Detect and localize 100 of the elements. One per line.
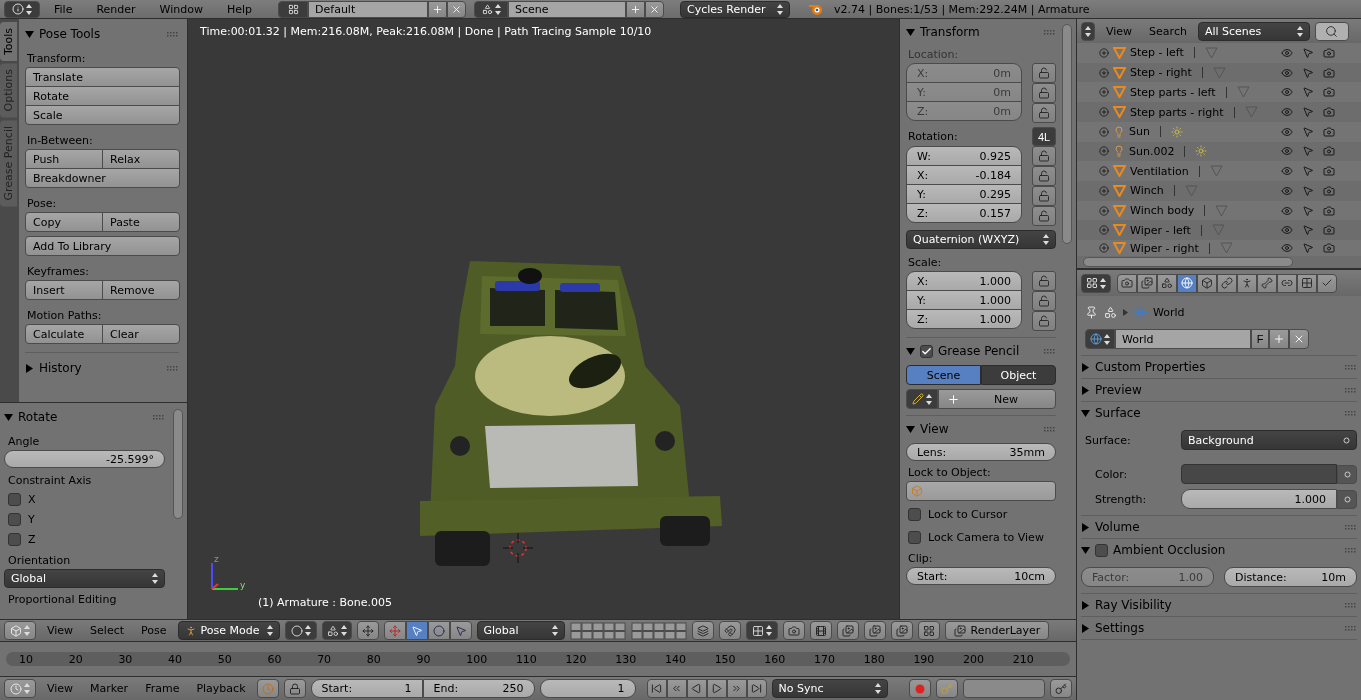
object-name[interactable]: Sun.002 (1129, 144, 1175, 158)
lock-toggle[interactable] (1032, 63, 1056, 83)
menu-item[interactable]: Pose (135, 624, 173, 638)
tool-button[interactable]: Copy (25, 212, 103, 232)
keying-set-field[interactable] (962, 679, 1045, 698)
object-name[interactable]: Winch body (1130, 204, 1195, 218)
panel-header[interactable]: Preview (1081, 379, 1357, 401)
number-field[interactable]: X: 1.000 (906, 271, 1022, 291)
current-frame-field[interactable]: 1 (539, 679, 636, 698)
clip-start-field[interactable]: Start: 10cm (906, 567, 1056, 585)
socket-button[interactable] (1337, 464, 1357, 484)
editor-type-button[interactable] (1081, 21, 1095, 41)
lock-toggle[interactable] (1032, 291, 1056, 311)
lens-field[interactable]: Lens: 35mm (906, 443, 1056, 461)
checkbox[interactable] (908, 507, 921, 521)
fake-user-button[interactable]: F (1251, 329, 1269, 349)
checkbox[interactable] (908, 530, 921, 544)
lock-toggle[interactable] (1032, 186, 1056, 206)
rotation-mode-dropdown[interactable]: Quaternion (WXYZ) (906, 230, 1056, 249)
copy-pose-button[interactable] (836, 621, 859, 641)
world-browse-button[interactable] (1085, 329, 1115, 349)
scrollbar[interactable] (1062, 24, 1072, 244)
object-name[interactable]: Step parts - left (1130, 85, 1216, 99)
panel-header[interactable]: Ambient Occlusion (1081, 539, 1357, 561)
tool-button[interactable]: Paste (102, 212, 180, 232)
tool-button[interactable]: Rotate (25, 86, 180, 106)
checkbox[interactable] (1095, 543, 1108, 557)
end-frame-field[interactable]: End: 250 (422, 679, 535, 698)
object-name[interactable]: Wiper - left (1130, 223, 1191, 237)
snap-element-dropdown[interactable] (745, 621, 778, 641)
render-animation-button[interactable] (809, 621, 832, 641)
properties-tab[interactable] (1117, 273, 1137, 293)
tool-button[interactable]: Translate (25, 67, 180, 87)
add-layout-button[interactable] (428, 0, 448, 18)
properties-tab[interactable] (1217, 273, 1237, 293)
world-name-field[interactable]: World (1115, 329, 1251, 349)
lock-toggle[interactable] (1032, 311, 1056, 331)
tool-button[interactable]: Scale (25, 105, 180, 125)
object-name[interactable]: Wiper - right (1130, 241, 1199, 255)
checkbox[interactable] (8, 532, 21, 546)
keying-set-button[interactable] (935, 679, 958, 698)
menu-item[interactable]: Frame (139, 682, 186, 695)
tool-button[interactable]: Add To Library (25, 236, 180, 256)
mode-dropdown[interactable]: Pose Mode (177, 621, 280, 641)
panel-header[interactable]: Rotate (4, 406, 165, 428)
properties-tab[interactable] (1257, 273, 1277, 293)
lock-layers-toggle[interactable] (691, 621, 714, 641)
menu-item[interactable]: Window (149, 2, 213, 16)
playback-button[interactable] (646, 679, 667, 698)
editor-type-button[interactable] (4, 679, 36, 698)
add-scene-button[interactable] (626, 0, 646, 18)
menu-item[interactable]: Render (86, 2, 146, 16)
checkbox[interactable] (8, 512, 21, 526)
editor-type-button[interactable] (1081, 273, 1111, 293)
preview-range-toggle[interactable] (256, 679, 279, 698)
tool-button[interactable]: Push (25, 149, 103, 169)
number-field[interactable]: Z: 1.000 (906, 309, 1022, 329)
snap-toggle[interactable] (718, 621, 741, 641)
properties-tab[interactable] (1277, 273, 1297, 293)
factor-field[interactable]: Factor: 1.00 (1081, 567, 1214, 587)
properties-tab[interactable] (1297, 273, 1317, 293)
panel-header[interactable]: View (906, 418, 1056, 440)
menu-item[interactable]: View (41, 682, 80, 695)
number-field[interactable]: Y: 1.000 (906, 290, 1022, 310)
layer-grid[interactable] (630, 621, 687, 640)
sync-dropdown[interactable]: No Sync (771, 679, 888, 698)
source-toggle[interactable]: Scene (906, 365, 981, 385)
scrollbar[interactable] (1083, 257, 1293, 267)
filter-dropdown[interactable]: All Scenes (1197, 21, 1310, 41)
render-engine-dropdown[interactable]: Cycles Render (680, 0, 791, 18)
tool-button[interactable]: Calculate (25, 324, 103, 344)
menu-item[interactable]: Marker (84, 682, 135, 695)
panel-header[interactable]: Volume (1081, 516, 1357, 538)
pencil-dropdown[interactable] (906, 389, 938, 409)
record-button[interactable] (908, 679, 931, 698)
object-name[interactable]: Winch (1130, 184, 1164, 198)
number-field[interactable]: W: 0.925 (906, 146, 1022, 166)
tool-button[interactable]: Breakdowner (25, 168, 180, 188)
orientation-dropdown[interactable]: Global (476, 621, 565, 641)
source-toggle[interactable]: Object (981, 365, 1056, 385)
number-field[interactable]: Y: 0.295 (906, 184, 1022, 204)
delete-layout-button[interactable] (447, 0, 467, 18)
layout-browse-button[interactable] (278, 0, 309, 18)
menu-item[interactable]: File (44, 2, 83, 16)
lock-toggle[interactable] (1032, 103, 1056, 123)
paste-pose-button[interactable] (863, 621, 886, 641)
tool-button[interactable]: Relax (102, 149, 180, 169)
checkbox[interactable] (8, 492, 21, 506)
side-tab[interactable]: Tools (0, 22, 17, 62)
rotate-toggle[interactable] (427, 621, 450, 641)
object-name[interactable]: Sun (1129, 125, 1150, 139)
menu-item[interactable]: View (41, 624, 80, 638)
render-preview-button[interactable] (782, 621, 805, 641)
menu-item[interactable]: Select (84, 624, 131, 638)
angle-field[interactable]: -25.599° (4, 450, 165, 468)
properties-tab[interactable] (1137, 273, 1157, 293)
socket-button[interactable] (1337, 489, 1357, 509)
menu-item[interactable]: View (1100, 24, 1139, 38)
tool-button[interactable]: Insert (25, 280, 103, 300)
panel-header[interactable]: Ray Visibility (1081, 594, 1357, 616)
